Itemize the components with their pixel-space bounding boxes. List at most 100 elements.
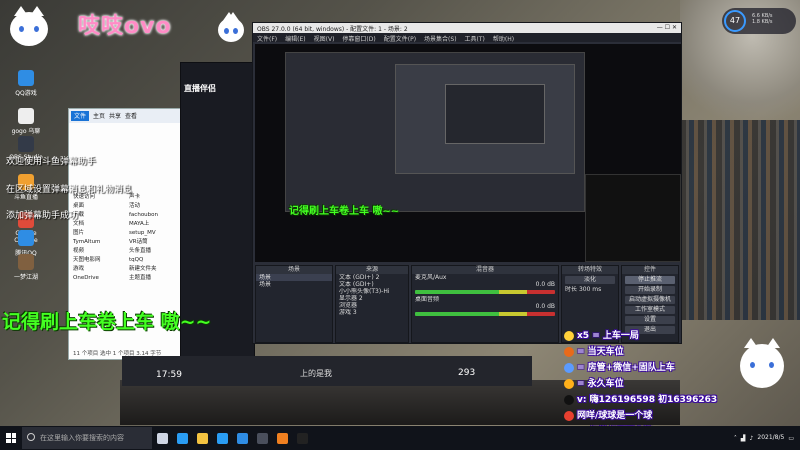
source-item[interactable]: 显示器 2 xyxy=(336,295,408,302)
douyu-icon[interactable] xyxy=(272,426,292,450)
info-line: = 房管+微信+固队上车 xyxy=(564,360,675,373)
desktop-icon[interactable]: 一梦江湖 xyxy=(6,254,46,281)
explorer-tab-file[interactable]: 文件 xyxy=(71,111,90,121)
obs-control-button[interactable]: 停止推流 xyxy=(625,276,675,284)
app-icon xyxy=(18,136,34,152)
obs-control-button[interactable]: 开始录制 xyxy=(625,286,675,294)
taskbar-clock[interactable]: 2021/8/5 xyxy=(757,434,784,442)
obs-menu-item[interactable]: 编辑(E) xyxy=(285,34,305,43)
explorer-nav-tree: 快速访问 桌面 下载 文档 图片 TymAltum 视频 天图电影网 游戏 OneDrive xyxy=(73,193,123,283)
store-icon[interactable] xyxy=(212,426,232,450)
source-item[interactable]: 小小熊头像(T3)-Hi xyxy=(336,288,408,295)
explorer-tree-item[interactable]: 桌面 xyxy=(73,202,123,211)
info-bullet-icon xyxy=(564,378,574,389)
obs-menu-item[interactable]: 工具(T) xyxy=(465,34,485,43)
cat-sticker-top-icon xyxy=(218,12,244,42)
source-item[interactable]: 浏览器 xyxy=(336,302,408,309)
qq-icon[interactable] xyxy=(232,426,252,450)
obs-control-button[interactable]: 工作室模式 xyxy=(625,306,675,314)
network-icon[interactable]: ▟ xyxy=(741,435,746,442)
transition-type-select[interactable]: 淡化 xyxy=(565,276,615,284)
explorer-file-item[interactable]: fachoubon xyxy=(129,211,183,220)
info-line-text: x5 = 上车一局 xyxy=(577,331,639,341)
source-item[interactable]: 游戏 3 xyxy=(336,309,408,316)
obs-menu-item[interactable]: 停靠窗口(D) xyxy=(342,34,375,43)
explorer-tree-item[interactable]: OneDrive xyxy=(73,274,123,283)
obs-control-button[interactable]: 启动虚拟摄像机 xyxy=(625,296,675,304)
explorer-file-item[interactable]: tqQQ xyxy=(129,256,183,265)
scene-item[interactable]: 场景 xyxy=(256,274,332,281)
explorer-file-item[interactable]: VR话筒 xyxy=(129,238,183,247)
dock-mixer: 混音器 麦克风/Aux 0.0 dB 桌面音频 0.0 dB xyxy=(411,265,559,343)
obs-menu-item[interactable]: 帮助(H) xyxy=(493,34,514,43)
obs-window-title: OBS 27.0.0 (64 bit, windows) - 配置文件: 1 -… xyxy=(257,26,408,33)
app-icon xyxy=(18,70,34,86)
explorer-file-item[interactable]: 活动 xyxy=(129,202,183,211)
mixer-meter-mic[interactable] xyxy=(415,290,555,294)
window-controls-icon[interactable]: — ☐ ✕ xyxy=(657,24,677,32)
performance-widget[interactable]: 47 6.6 KB/s 1.8 KB/s xyxy=(722,8,796,34)
taskbar-search-input[interactable]: 在这里输入你要搜索的内容 xyxy=(22,427,152,449)
explorer-tree-item[interactable]: 游戏 xyxy=(73,265,123,274)
explorer-tree-item[interactable]: 文档 xyxy=(73,220,123,229)
info-bullet-icon xyxy=(564,394,574,405)
notification-icon[interactable]: ▭ xyxy=(788,435,794,442)
explorer-file-item[interactable]: MAYA上 xyxy=(129,220,183,229)
obs-menu-item[interactable]: 配置文件(P) xyxy=(384,34,416,43)
mixer-track-name: 桌面音频 xyxy=(415,296,440,303)
source-item[interactable]: 文本 (GDI+) 2 xyxy=(336,274,408,281)
edge-icon[interactable] xyxy=(172,426,192,450)
taskbar-pinned-apps xyxy=(152,426,312,450)
dock-scenes: 场景 场景 场景 xyxy=(255,265,333,343)
explorer-tree-item[interactable]: TymAltum xyxy=(73,238,123,247)
desktop-icon[interactable]: 腾讯QQ xyxy=(6,230,46,257)
source-item[interactable]: 文本 (GDI+) xyxy=(336,281,408,288)
explorer-file-item[interactable]: setup_MV xyxy=(129,229,183,238)
explorer-tab-view[interactable]: 查看 xyxy=(125,111,137,121)
desktop-icon-label: 一梦江湖 xyxy=(13,274,38,281)
mixer-meter-desktop[interactable] xyxy=(415,312,555,316)
file-explorer-icon[interactable] xyxy=(192,426,212,450)
windows-logo-icon xyxy=(6,433,16,443)
info-line: = 永久车位 xyxy=(564,376,624,389)
explorer-tree-item[interactable]: 天图电影网 xyxy=(73,256,123,265)
transition-duration-input[interactable]: 300 ms xyxy=(579,286,601,293)
download-speed: 1.8 KB/s xyxy=(752,19,773,25)
dock-sources: 来源 文本 (GDI+) 2 文本 (GDI+) 小小熊头像(T3)-Hi 显示器 2… xyxy=(335,265,409,343)
obs-menu-item[interactable]: 文件(F) xyxy=(257,34,277,43)
explorer-file-list: 声卡 活动 fachoubon MAYA上 setup_MV VR话筒 头条直播 tqQQ 新建… xyxy=(129,193,183,283)
explorer-file-item[interactable]: 声卡 xyxy=(129,193,183,202)
explorer-tree-item[interactable]: 下载 xyxy=(73,211,123,220)
app-icon xyxy=(18,254,34,270)
obs-menu-item[interactable]: 场景集合(S) xyxy=(424,34,457,43)
obs-preview-canvas[interactable]: 记得刷上车卷上车 嗷~~ xyxy=(255,44,681,262)
side-message: 欢迎使用斗鱼弹幕助手 xyxy=(6,157,97,167)
explorer-tree-item[interactable]: 视频 xyxy=(73,247,123,256)
source-list: 文本 (GDI+) 2 文本 (GDI+) 小小熊头像(T3)-Hi 显示器 2 浏览器… xyxy=(336,274,408,316)
explorer-file-item[interactable]: 头条直播 xyxy=(129,247,183,256)
desktop-icon[interactable]: gogo 乌聊 xyxy=(6,108,46,135)
desktop-icon-label: gogo 乌聊 xyxy=(11,128,41,135)
start-button[interactable] xyxy=(0,426,22,450)
cat-sticker-topleft-icon xyxy=(10,6,48,46)
live-viewer-count: 293 xyxy=(458,368,476,378)
explorer-tab-share[interactable]: 共享 xyxy=(109,111,121,121)
explorer-tree-item[interactable]: 图片 xyxy=(73,229,123,238)
explorer-file-item[interactable]: 主题直播 xyxy=(129,274,183,283)
explorer-tab-home[interactable]: 主页 xyxy=(93,111,105,121)
scene-item[interactable]: 场景 xyxy=(256,281,332,288)
tray-chevron-icon[interactable]: ˄ xyxy=(734,435,737,442)
obs-menubar: 文件(F) 编辑(E) 视图(V) 停靠窗口(D) 配置文件(P) 场景集合(S) 工具(T… xyxy=(253,33,681,43)
volume-icon[interactable]: ♪ xyxy=(750,435,754,442)
desktop-icon[interactable]: QQ游戏 xyxy=(6,70,46,97)
task-view-icon[interactable] xyxy=(152,426,172,450)
obs-icon[interactable] xyxy=(252,426,272,450)
info-line-text: = 房管+微信+固队上车 xyxy=(577,363,675,373)
obs-window[interactable]: OBS 27.0.0 (64 bit, windows) - 配置文件: 1 -… xyxy=(252,22,682,344)
info-line: 网咩/球球是一个球 xyxy=(564,408,652,421)
app-icon xyxy=(18,230,34,246)
explorer-file-item[interactable]: 新建文件夹 xyxy=(129,265,183,274)
live-icon[interactable] xyxy=(292,426,312,450)
obs-menu-item[interactable]: 视图(V) xyxy=(314,34,335,43)
info-line-text: = 当天车位 xyxy=(577,347,624,357)
